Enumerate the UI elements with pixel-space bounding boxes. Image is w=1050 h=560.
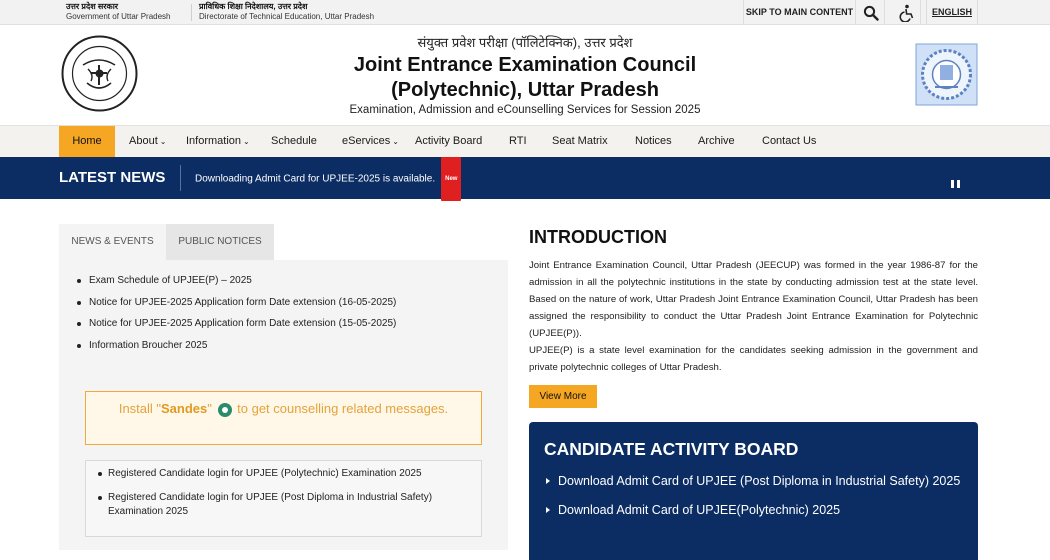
skip-to-main-content-link[interactable]: SKIP TO MAIN CONTENT — [743, 0, 856, 25]
nav-archive[interactable]: Archive — [698, 126, 735, 158]
introduction-paragraph: UPJEE(P) is a state level examination fo… — [529, 345, 978, 373]
registration-links-list: Registered Candidate login for UPJEE (Po… — [98, 467, 468, 529]
news-tabs: NEWS & EVENTS PUBLIC NOTICES — [59, 224, 508, 260]
nav-rti-label: RTI — [509, 135, 527, 147]
divider — [191, 4, 192, 21]
latest-news-title: LATEST NEWS — [59, 169, 166, 186]
sandes-app-name: Sandes — [161, 401, 208, 416]
news-item[interactable]: Notice for UPJEE-2025 Application form D… — [75, 292, 495, 314]
news-item[interactable]: Exam Schedule of UPJEE(P) – 2025 — [75, 270, 495, 292]
top-strip: उत्तर प्रदेश सरकार Government of Uttar P… — [0, 0, 1050, 25]
nav-information-label: Information — [186, 135, 242, 147]
nav-seat-matrix[interactable]: Seat Matrix — [552, 126, 608, 158]
accessibility-icon[interactable] — [893, 0, 921, 25]
sandes-banner[interactable]: Install "Sandes" to get counselling rela… — [85, 391, 482, 445]
site-subtitle: Examination, Admission and eCounselling … — [349, 104, 701, 116]
chevron-down-icon: ⌄ — [243, 137, 250, 146]
nav-archive-label: Archive — [698, 135, 735, 147]
registration-links-box: Registered Candidate login for UPJEE (Po… — [85, 460, 482, 537]
jeec-logo[interactable] — [915, 43, 978, 106]
nav-about[interactable]: About ⌄ — [129, 126, 166, 158]
sandes-app-icon — [217, 402, 232, 417]
sandes-prefix: Install " — [118, 401, 162, 416]
pause-icon[interactable] — [951, 180, 960, 188]
activity-board-item[interactable]: Download Admit Card of UPJEE (Post Diplo… — [544, 472, 964, 490]
nav-information[interactable]: Information ⌄ — [186, 126, 250, 158]
government-english: Government of Uttar Pradesh — [66, 12, 171, 21]
tab-news-events[interactable]: NEWS & EVENTS — [59, 224, 166, 260]
activity-board-list: Download Admit Card of UPJEE (Post Diplo… — [544, 472, 964, 530]
nav-contact-us-label: Contact Us — [762, 135, 817, 147]
registration-link[interactable]: Registered Candidate login for UPJEE (Po… — [98, 467, 468, 481]
chevron-down-icon: ⌄ — [392, 137, 399, 146]
tab-public-notices[interactable]: PUBLIC NOTICES — [166, 224, 274, 260]
nav-home[interactable]: Home — [59, 126, 115, 158]
sandes-message: to get counselling related messages. — [237, 401, 449, 416]
introduction-title: INTRODUCTION — [529, 227, 667, 247]
government-hindi: उत्तर प्रदेश सरकार — [66, 2, 119, 11]
nav-about-label: About — [129, 135, 158, 147]
nav-contact-us[interactable]: Contact Us — [762, 126, 816, 158]
hindi-title: संयुक्त प्रवेश परीक्षा (पॉलिटेक्निक), उत… — [417, 35, 633, 50]
news-item[interactable]: Notice for UPJEE-2025 Application form D… — [75, 313, 495, 335]
tabs-spacer — [274, 224, 508, 260]
divider — [180, 165, 181, 191]
nav-notices-label: Notices — [635, 135, 672, 147]
nav-eservices-label: eServices — [342, 135, 391, 147]
introduction-body: Joint Entrance Examination Council, Utta… — [529, 257, 978, 376]
news-panel: NEWS & EVENTS PUBLIC NOTICES Exam Schedu… — [59, 224, 508, 550]
ticker-news-link[interactable]: Downloading Admit Card for UPJEE-2025 is… — [195, 157, 462, 201]
activity-board-title: CANDIDATE ACTIVITY BOARD — [544, 439, 799, 459]
chevron-down-icon: ⌄ — [159, 137, 167, 146]
site-title-line2: (Polytechnic), Uttar Pradesh — [391, 79, 659, 101]
main-navigation: Home About ⌄ Information ⌄ Schedule eServi… — [0, 125, 1050, 158]
nav-schedule[interactable]: Schedule — [271, 126, 317, 158]
nav-activity-board[interactable]: Activity Board — [415, 126, 482, 158]
news-list: Exam Schedule of UPJEE(P) – 2025 Notice … — [75, 270, 495, 356]
search-icon[interactable] — [857, 0, 885, 25]
site-header: संयुक्त प्रवेश परीक्षा (पॉलिटेक्निक), उत… — [0, 25, 1050, 125]
nav-home-label: Home — [72, 135, 102, 147]
nav-schedule-label: Schedule — [271, 135, 317, 147]
news-item[interactable]: Information Broucher 2025 — [75, 335, 495, 357]
directorate-english: Directorate of Technical Education, Utta… — [199, 12, 375, 21]
language-switch-link[interactable]: ENGLISH — [926, 0, 978, 25]
directorate-hindi: प्राविधिक शिक्षा निदेशालय, उत्तर प्रदेश — [199, 2, 308, 11]
site-title-line1: Joint Entrance Examination Council — [353, 54, 697, 76]
registration-link[interactable]: Registered Candidate login for UPJEE (Po… — [98, 491, 468, 519]
candidate-activity-board: CANDIDATE ACTIVITY BOARD Download Admit … — [529, 422, 978, 560]
government-label: उत्तर प्रदेश सरकार Government of Uttar P… — [66, 2, 171, 22]
sandes-quote: " — [207, 401, 212, 416]
nav-activity-board-label: Activity Board — [415, 135, 483, 147]
latest-news-ticker: LATEST NEWS Downloading Admit Card for U… — [0, 157, 1050, 201]
new-badge: New — [441, 157, 462, 201]
view-more-button[interactable]: View More — [529, 385, 597, 408]
nav-rti[interactable]: RTI — [509, 126, 527, 158]
introduction-paragraph: Joint Entrance Examination Council, Utta… — [529, 260, 978, 339]
nav-eservices[interactable]: eServices ⌄ — [342, 126, 399, 158]
nav-notices[interactable]: Notices — [635, 126, 672, 158]
ticker-news-text: Downloading Admit Card for UPJEE-2025 is… — [195, 173, 436, 185]
nav-seat-matrix-label: Seat Matrix — [552, 135, 608, 147]
activity-board-item[interactable]: Download Admit Card of UPJEE(Polytechnic… — [544, 501, 964, 519]
directorate-label: प्राविधिक शिक्षा निदेशालय, उत्तर प्रदेश … — [199, 2, 374, 22]
